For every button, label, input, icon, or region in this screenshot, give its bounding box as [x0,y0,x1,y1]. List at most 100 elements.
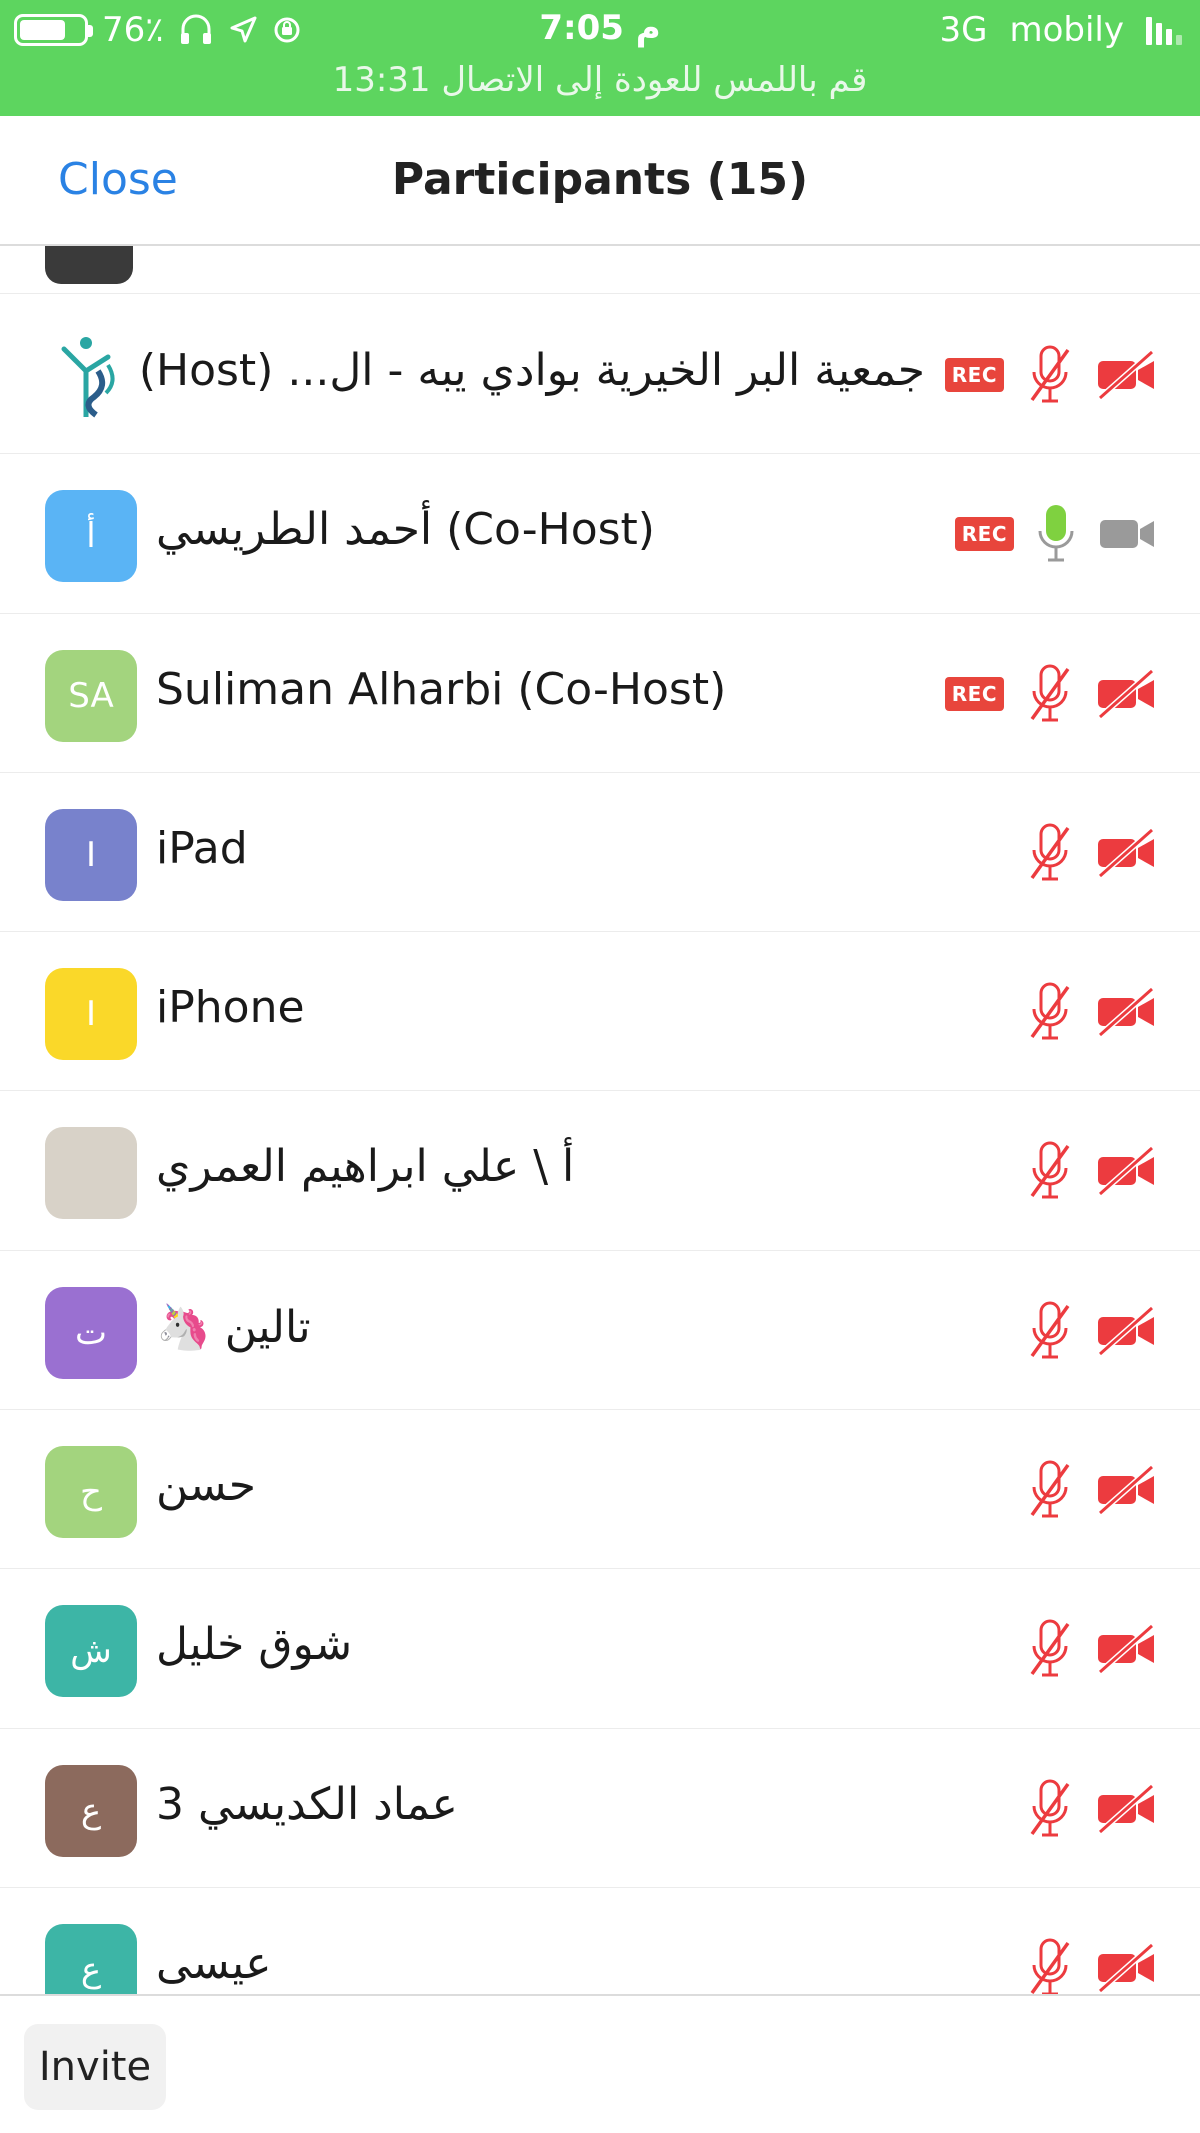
participant-role: (Co-Host) [517,663,727,715]
participant-name: Suliman Alharbi (Co-Host) [156,664,726,715]
avatar: ع [45,1764,137,1857]
participant-controls [1026,1454,1158,1526]
participant-row[interactable]: IiPhone [0,932,1200,1092]
participant-display-name: أ \ علي ابراهيم العمري [156,1141,575,1193]
video-camera-off-icon[interactable] [1096,1783,1158,1834]
name-spacer [432,504,446,555]
carrier-name: mobily [1009,10,1124,50]
participant-display-name: Suliman Alharbi [156,663,504,715]
participant-row[interactable]: جمعية البر الخيرية بوادي يبه - ال... (Ho… [0,295,1200,455]
participant-row[interactable]: ع عيسى [0,1888,1200,1994]
participant-row[interactable]: IiPad [0,773,1200,933]
return-to-call-banner[interactable]: قم باللمس للعودة إلى الاتصال 13:31 [0,60,1200,100]
video-camera-icon[interactable] [1098,514,1158,554]
video-camera-off-icon[interactable] [1096,1305,1158,1356]
participant-display-name: حسن [156,1460,256,1512]
participant-controls [1026,1295,1158,1367]
participant-list[interactable]: جمعية البر الخيرية بوادي يبه - ال... (Ho… [0,246,1200,1994]
network-type: 3G [939,10,988,50]
list-item-partial [0,246,1200,294]
avatar: I [45,808,137,901]
participant-display-name: أحمد الطريسي [156,504,433,556]
name-spacer [503,664,517,715]
microphone-muted-icon[interactable] [1026,663,1074,725]
participant-controls [1026,1773,1158,1845]
participant-display-name: جمعية البر الخيرية بوادي يبه - ال... [287,345,925,396]
participant-display-name: iPad [156,822,248,874]
participant-display-name: عماد الكديسي 3 [156,1778,458,1830]
participant-name: جمعية البر الخيرية بوادي يبه - ال... (Ho… [139,345,925,396]
participant-row[interactable]: SA Suliman Alharbi (Co-Host) REC [0,614,1200,773]
participant-name: iPad [156,823,248,874]
signal-strength-icon [1146,15,1182,45]
participant-controls [1026,1932,1158,1994]
video-camera-off-icon[interactable] [1096,987,1158,1038]
microphone-icon[interactable] [1036,503,1076,565]
microphone-muted-icon[interactable] [1026,1937,1074,1994]
participant-row[interactable]: أ أحمد الطريسي (Co-Host) REC [0,454,1200,614]
avatar: ع [45,1923,137,1994]
microphone-muted-icon[interactable] [1026,1140,1074,1202]
avatar: SA [45,649,137,742]
invite-button[interactable]: Invite [24,2024,166,2110]
video-camera-off-icon[interactable] [1096,827,1158,878]
avatar: I [45,968,137,1061]
participant-name: أحمد الطريسي (Co-Host) [156,504,655,555]
microphone-muted-icon[interactable] [1026,1459,1074,1521]
participant-row[interactable]: ش شوق خليل [0,1569,1200,1729]
participant-role: (Co-Host) [446,504,655,556]
microphone-muted-icon[interactable] [1026,822,1074,884]
name-spacer [273,345,287,396]
microphone-muted-icon[interactable] [1026,1300,1074,1362]
participant-controls [1026,817,1158,889]
participant-name: أ \ علي ابراهيم العمري [156,1141,574,1192]
participant-name: عيسى [156,1938,271,1989]
video-camera-off-icon[interactable] [1096,1146,1158,1197]
video-camera-off-icon[interactable] [1096,668,1158,719]
status-right: 3G mobily [939,10,1182,50]
video-camera-off-icon[interactable] [1096,1465,1158,1516]
microphone-muted-icon[interactable] [1026,1778,1074,1840]
participant-rows: جمعية البر الخيرية بوادي يبه - ال... (Ho… [0,295,1200,1994]
participant-name: شوق خليل [156,1619,352,1670]
participant-controls: REC [944,339,1158,411]
participants-footer: Invite [0,1994,1200,2133]
avatar: أ [45,490,137,583]
participant-controls [1026,976,1158,1048]
microphone-muted-icon[interactable] [1026,1618,1074,1680]
participant-controls [1026,1613,1158,1685]
rec-badge: REC [944,676,1004,711]
participant-name: تالين 🦄 [156,1301,311,1353]
rec-badge: REC [944,358,1004,392]
participant-display-name: شوق خليل [156,1619,353,1671]
participants-header: Close Participants (15) [0,116,1200,246]
status-bar[interactable]: 76٪ 7:05 م 3G mobily قم باللمس للعودة إل… [0,0,1200,116]
page-title: Participants (15) [391,154,809,205]
avatar: ش [45,1605,137,1698]
avatar [45,246,133,284]
participant-role: (Host) [138,345,274,396]
avatar: ح [45,1446,137,1539]
avatar: ت [45,1286,137,1379]
video-camera-off-icon[interactable] [1096,350,1158,400]
avatar [45,331,137,423]
video-camera-off-icon[interactable] [1096,1624,1158,1675]
participant-name: عماد الكديسي 3 [156,1779,458,1830]
microphone-muted-icon[interactable] [1026,344,1074,406]
participant-controls: REC [954,498,1158,570]
participant-row[interactable]: ح حسن [0,1410,1200,1570]
participant-row[interactable]: ع عماد الكديسي 3 [0,1729,1200,1888]
participant-controls: REC [944,658,1158,730]
participant-display-name: iPhone [156,982,305,1034]
participant-name: iPhone [156,982,305,1033]
avatar [45,1127,137,1220]
participant-display-name: تالين 🦄 [156,1301,311,1353]
participant-display-name: عيسى [156,1937,272,1989]
participant-controls [1026,1135,1158,1207]
participant-row[interactable]: ت تالين 🦄 [0,1251,1200,1411]
microphone-muted-icon[interactable] [1026,981,1074,1043]
participant-row[interactable]: أ \ علي ابراهيم العمري [0,1091,1200,1251]
video-camera-off-icon[interactable] [1096,1942,1158,1993]
participant-name: حسن [156,1460,256,1511]
rec-badge: REC [954,517,1014,552]
